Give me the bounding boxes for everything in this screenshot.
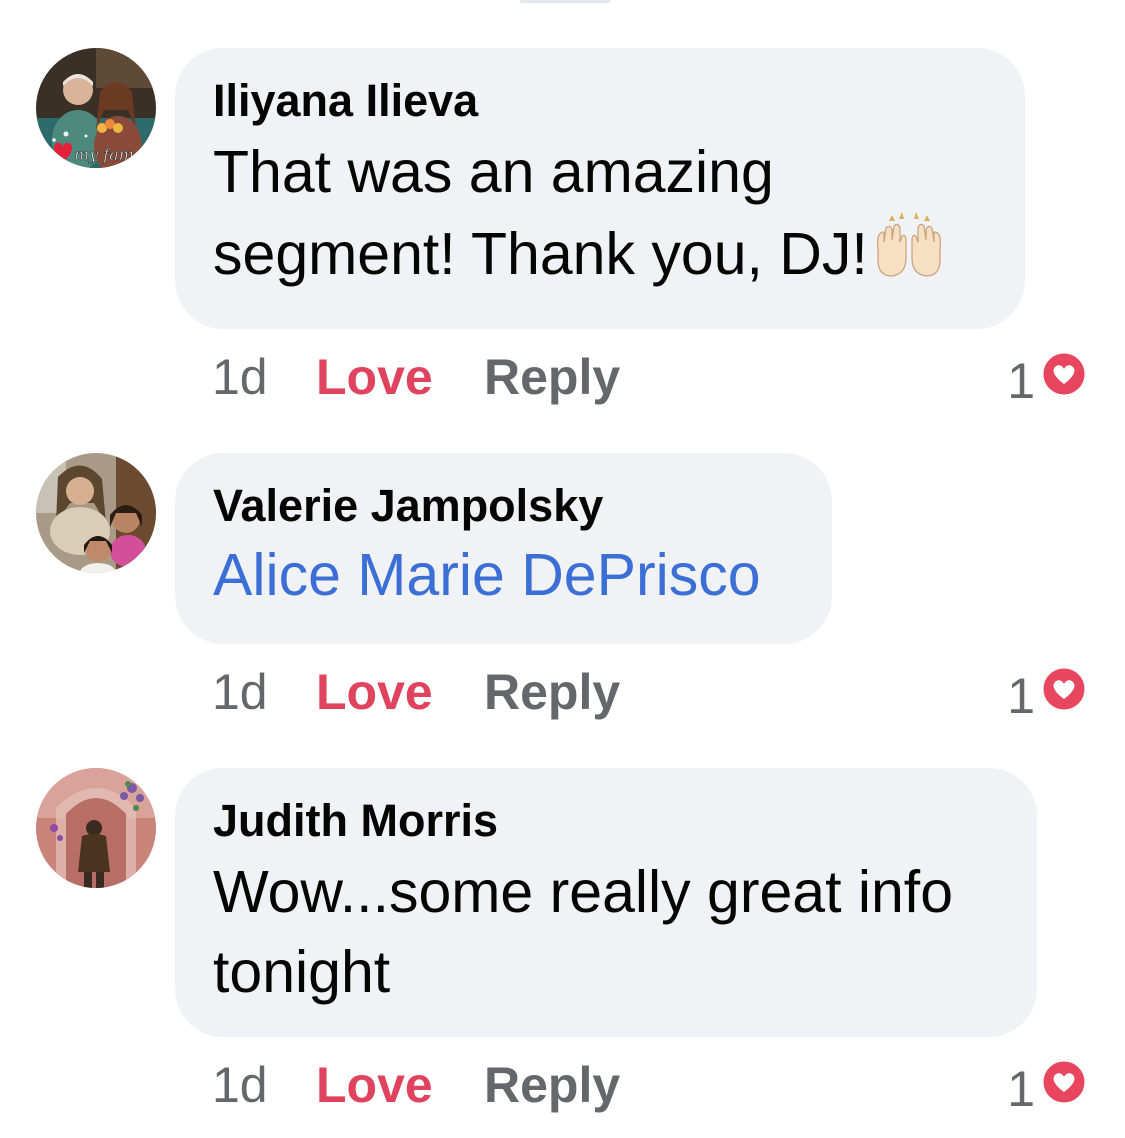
comment-bubble[interactable]: Valerie Jampolsky Alice Marie DePrisco <box>175 453 832 644</box>
avatar-photo: my fam <box>36 48 156 168</box>
love-button[interactable]: Love <box>316 347 484 407</box>
comment-bubble[interactable]: Judith Morris Wow...some really great in… <box>175 768 1037 1037</box>
mention-link[interactable]: Alice Marie DePrisco <box>213 535 794 615</box>
avatar[interactable] <box>36 768 156 888</box>
comment-text-line: Wow...some really great info <box>213 859 954 925</box>
comment-timestamp[interactable]: 1d <box>212 662 316 722</box>
reaction-count: 1 <box>1007 667 1035 724</box>
reaction-summary[interactable]: 1 <box>1007 662 1089 724</box>
comment-text-line: tonight <box>213 939 391 1005</box>
comment-actions: 1d Love Reply <box>212 1055 620 1115</box>
top-edge <box>0 0 1125 6</box>
avatar[interactable]: my fam <box>36 48 156 168</box>
avatar[interactable] <box>36 453 156 573</box>
comment-timestamp[interactable]: 1d <box>212 1055 316 1115</box>
reaction-summary[interactable]: 1 <box>1007 1055 1089 1117</box>
reply-button[interactable]: Reply <box>484 1055 620 1115</box>
love-reaction-icon <box>1039 664 1089 727</box>
comment-timestamp[interactable]: 1d <box>212 347 316 407</box>
comment-author[interactable]: Iliyana Ilieva <box>213 74 987 128</box>
comment-text-line: That was an amazing <box>213 139 774 205</box>
comment-text-line-with-emoji: segment! Thank you, DJ! <box>213 212 987 300</box>
love-reaction-icon <box>1039 349 1089 412</box>
reaction-summary[interactable]: 1 <box>1007 347 1089 409</box>
comment-actions: 1d Love Reply <box>212 347 620 407</box>
comment-actions: 1d Love Reply <box>212 662 620 722</box>
svg-text:my fam: my fam <box>74 145 134 164</box>
comment-bubble[interactable]: Iliyana Ilieva That was an amazing segme… <box>175 48 1025 329</box>
reaction-count: 1 <box>1007 352 1035 409</box>
raising-hands-icon <box>872 212 946 300</box>
love-button[interactable]: Love <box>316 1055 484 1115</box>
avatar-photo <box>36 453 156 573</box>
avatar-overlay-label: my fam <box>74 145 135 165</box>
love-reaction-icon <box>1039 1057 1089 1120</box>
comment-author[interactable]: Valerie Jampolsky <box>213 479 794 533</box>
reaction-count: 1 <box>1007 1060 1035 1117</box>
reply-button[interactable]: Reply <box>484 347 620 407</box>
comment-text-line: segment! Thank you, DJ! <box>213 221 868 287</box>
love-button[interactable]: Love <box>316 662 484 722</box>
divider <box>520 0 610 3</box>
reply-button[interactable]: Reply <box>484 662 620 722</box>
avatar-photo <box>36 768 156 888</box>
comment-author[interactable]: Judith Morris <box>213 794 999 848</box>
